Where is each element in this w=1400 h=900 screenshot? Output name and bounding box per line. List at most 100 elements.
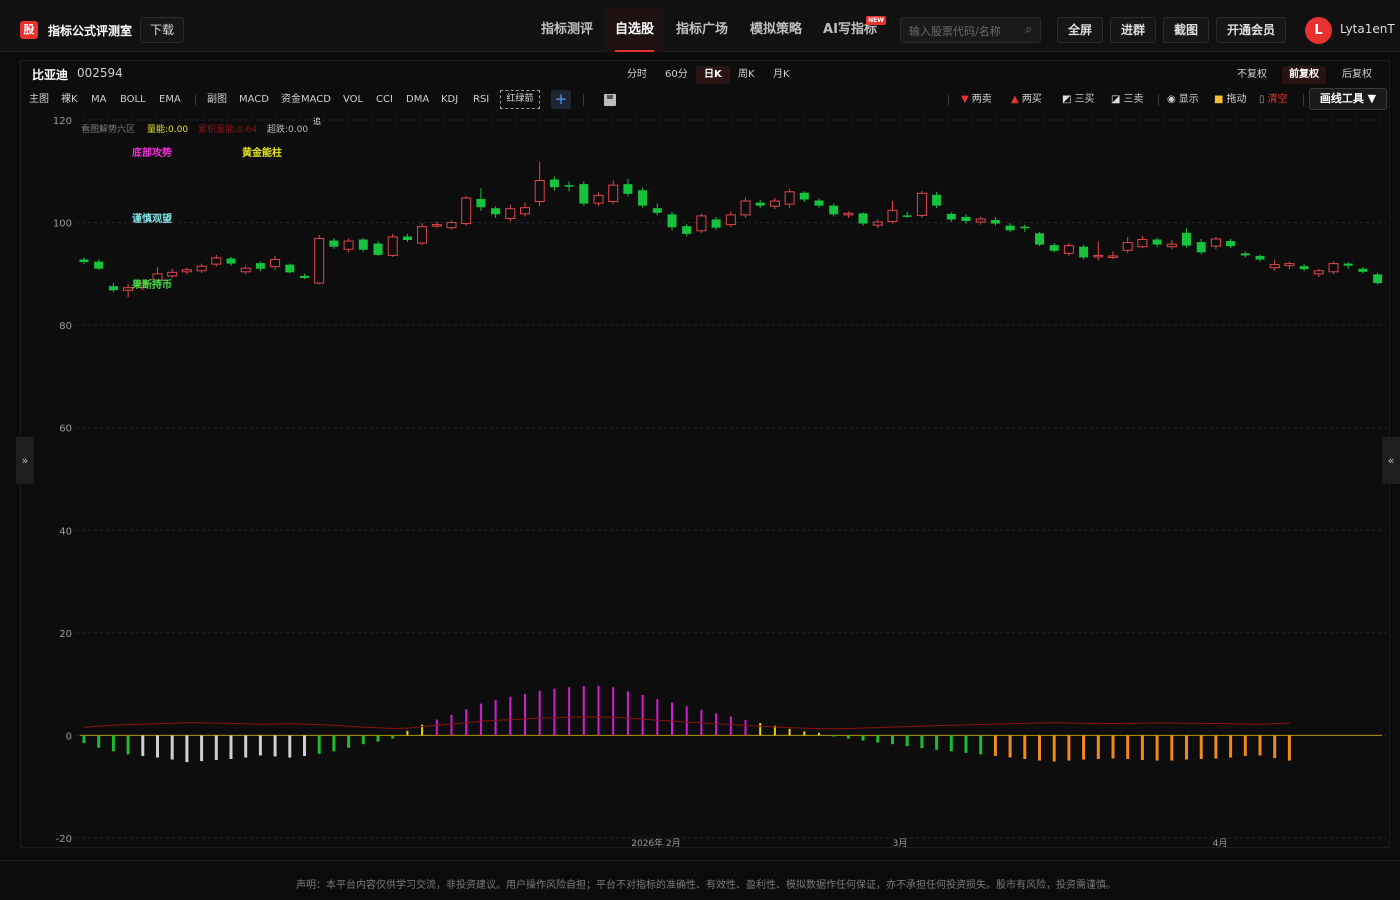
candle-body	[446, 222, 457, 229]
candle-body	[829, 205, 839, 215]
nav-indicator-review[interactable]: 指标测评	[530, 8, 604, 52]
candle-body	[79, 259, 89, 263]
candle-body	[1299, 266, 1309, 270]
tool-three-buy[interactable]: ◩ 三买	[1062, 92, 1094, 108]
period-intraday[interactable]: 分时	[619, 66, 655, 84]
indicator-naked-k[interactable]: 裸K	[61, 92, 78, 108]
save-icon[interactable]	[604, 94, 616, 106]
adjust-backward[interactable]: 后复权	[1335, 66, 1379, 84]
nav-indicator-plaza[interactable]: 指标广场	[666, 8, 738, 52]
username[interactable]: Lyta1enT	[1340, 22, 1395, 36]
period-monthly[interactable]: 月K	[765, 66, 798, 84]
legend-volume: 量能:0.00	[147, 123, 188, 135]
legend-extra: 追	[313, 116, 321, 126]
chart-annotation: 谨慎观望	[132, 212, 172, 225]
down-triangle-icon: ▼	[961, 94, 969, 105]
download-button[interactable]: 下载	[140, 17, 184, 43]
y-tick-label: 60	[59, 424, 72, 435]
y-tick-label: -20	[56, 834, 72, 845]
candle-body	[431, 224, 442, 227]
indicator-dma[interactable]: DMA	[406, 92, 429, 108]
tool-label: 三买	[1074, 94, 1095, 105]
candle-body	[1108, 255, 1118, 258]
toolbar-divider	[1303, 94, 1304, 106]
candle-body	[285, 264, 295, 273]
indicator-ma[interactable]: MA	[91, 92, 106, 108]
trend-line-icon: ◩	[1062, 94, 1072, 105]
candle-body	[1313, 270, 1324, 275]
period-60min[interactable]: 60分	[657, 66, 696, 84]
footer: 声明：本平台内容仅供学习交流，非投资建议。用户操作风险自担；平台不对指标的准确性…	[0, 860, 1400, 900]
nav-simulated-strategy[interactable]: 模拟策略	[740, 8, 812, 52]
candle-body	[549, 179, 559, 188]
indicator-boll[interactable]: BOLL	[120, 92, 146, 108]
stock-name: 比亚迪	[32, 68, 69, 82]
candle-body	[1328, 263, 1339, 273]
tool-three-sell[interactable]: ◪ 三卖	[1111, 92, 1143, 108]
indicator-kdj[interactable]: KDJ	[441, 92, 458, 108]
stock-search-input[interactable]	[909, 22, 1019, 40]
indicator-rsi[interactable]: RSI	[473, 92, 489, 108]
candle-body	[990, 220, 1000, 224]
candle-body	[769, 200, 780, 207]
candle-body	[505, 208, 516, 219]
new-badge: NEW	[866, 16, 886, 25]
indicator-red-green-arrow[interactable]: 红绿箭	[500, 90, 540, 109]
candle-body	[1240, 253, 1250, 256]
adjust-none[interactable]: 不复权	[1230, 66, 1274, 84]
adjust-forward[interactable]: 前复权	[1282, 66, 1326, 84]
candle-body	[402, 236, 412, 241]
nav-ai-indicator[interactable]: AI写指标	[814, 8, 886, 52]
nav-watchlist[interactable]: 自选股	[605, 8, 664, 52]
candle-body	[534, 180, 545, 203]
search-icon[interactable]: ⌕	[1025, 22, 1032, 37]
candle-body	[932, 194, 942, 206]
candle-body	[1049, 245, 1059, 251]
join-group-button[interactable]: 进群	[1110, 17, 1156, 43]
avatar[interactable]: L	[1305, 17, 1332, 44]
candle-body	[211, 257, 222, 265]
candle-body	[887, 209, 898, 223]
candle-body	[667, 214, 677, 228]
add-indicator-button[interactable]: +	[551, 90, 571, 109]
indicator-ema[interactable]: EMA	[159, 92, 181, 108]
tool-show[interactable]: ◉ 显示	[1167, 92, 1199, 108]
candle-body	[755, 202, 765, 206]
indicator-cci[interactable]: CCI	[376, 92, 393, 108]
stock-code: 002594	[77, 66, 123, 80]
candle-body	[1063, 245, 1074, 254]
kline-chart[interactable]: 120 100 80 60 40 20 0 -20 2026年 2月 3月 4月 看图解势六区 量能:0…	[20, 110, 1388, 848]
candle-body	[682, 226, 692, 234]
indicator-sub[interactable]: 副图	[207, 92, 227, 108]
y-tick-label: 0	[66, 731, 72, 742]
tool-drag[interactable]: ■ 拖动	[1214, 92, 1246, 108]
indicator-vol[interactable]: VOL	[343, 92, 363, 108]
screenshot-button[interactable]: 截图	[1163, 17, 1209, 43]
draw-tool-dropdown[interactable]: 画线工具 ▼	[1309, 88, 1387, 110]
app-logo-icon: 股	[20, 21, 38, 39]
candle-body	[652, 208, 662, 213]
stock-search[interactable]: ⌕	[900, 17, 1041, 43]
period-daily[interactable]: 日K	[696, 66, 730, 84]
x-tick-label: 3月	[893, 838, 908, 848]
indicator-fund-macd[interactable]: 资金MACD	[281, 92, 331, 108]
candle-body	[784, 191, 795, 205]
tool-label: 三卖	[1123, 94, 1144, 105]
membership-button[interactable]: 开通会员	[1216, 17, 1286, 43]
tool-clear[interactable]: ▯ 清空	[1259, 92, 1288, 108]
candle-body	[1269, 264, 1280, 269]
candle-body	[858, 213, 868, 224]
candle-body	[1035, 233, 1044, 245]
tool-two-sell[interactable]: ▼ 两卖	[961, 92, 992, 108]
indicator-main[interactable]: 主图	[29, 92, 49, 108]
tool-two-buy[interactable]: ▲ 两买	[1011, 92, 1042, 108]
indicator-macd[interactable]: MACD	[239, 92, 269, 108]
toolbar-divider	[583, 94, 584, 106]
legend-cumulative: 累积量能:0.64	[198, 123, 257, 135]
fullscreen-button[interactable]: 全屏	[1057, 17, 1103, 43]
lock-icon: ■	[1214, 94, 1224, 105]
period-weekly[interactable]: 周K	[730, 66, 763, 84]
candle-body	[1122, 242, 1133, 251]
candle-body	[1226, 241, 1236, 247]
candle-body	[255, 263, 265, 269]
